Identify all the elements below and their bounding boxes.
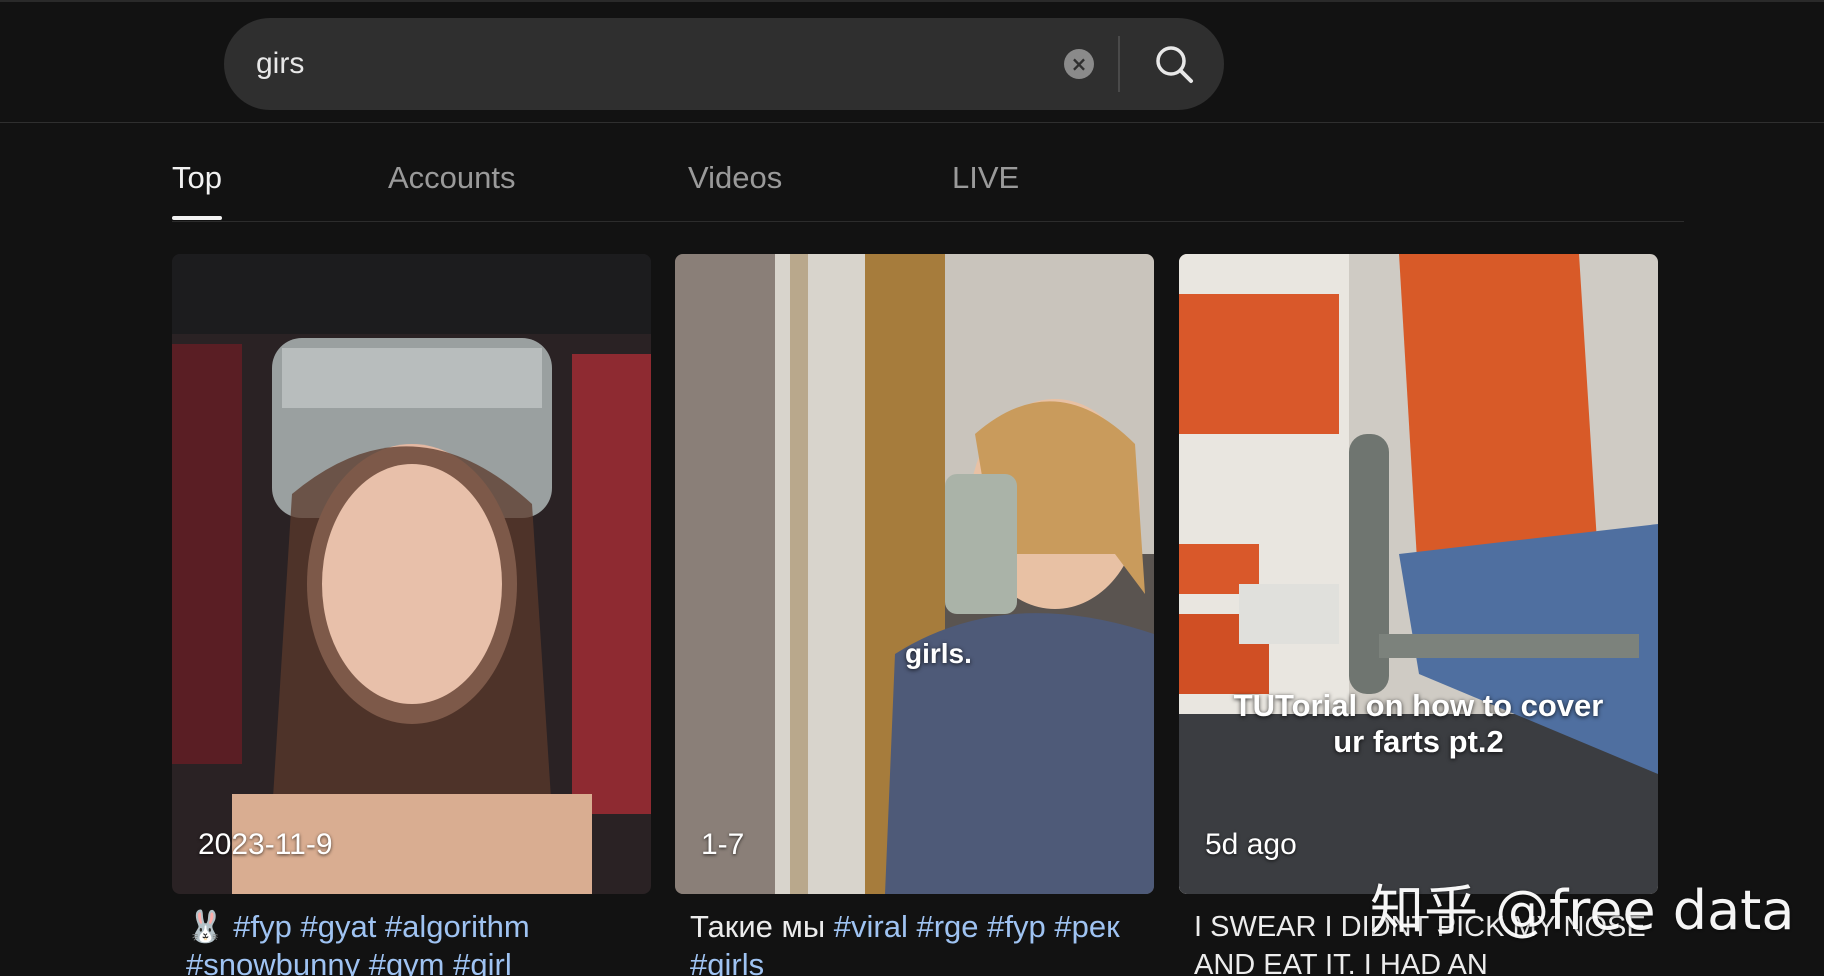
- tab-accounts[interactable]: Accounts: [388, 160, 516, 218]
- video-card[interactable]: girls. 1-7: [675, 254, 1154, 894]
- hashtag-link[interactable]: #fyp: [233, 909, 292, 944]
- video-card[interactable]: 2023-11-9: [172, 254, 651, 894]
- top-bar: ×: [0, 0, 1824, 123]
- video-thumbnail: [172, 254, 651, 894]
- caption-text: Такие мы: [690, 909, 826, 944]
- hashtag-link[interactable]: #girl: [453, 947, 512, 976]
- hashtag-link[interactable]: #fyp: [987, 909, 1046, 944]
- hashtag-link[interactable]: #gyat: [300, 909, 376, 944]
- search-divider: [1118, 36, 1120, 92]
- tab-top[interactable]: Top: [172, 160, 222, 220]
- hashtag-link[interactable]: #rge: [916, 909, 978, 944]
- hashtag-link[interactable]: #snowbunny: [186, 947, 360, 976]
- clear-search-button[interactable]: ×: [1064, 49, 1094, 79]
- video-date: 5d ago: [1205, 828, 1297, 861]
- video-card[interactable]: TUTorial on how to cover ur farts pt.2 5…: [1179, 254, 1658, 894]
- search-input[interactable]: [256, 38, 1076, 90]
- hashtag-link[interactable]: #viral: [834, 909, 908, 944]
- search-bar: ×: [224, 18, 1224, 110]
- hashtag-link[interactable]: #girls: [690, 947, 764, 976]
- hashtag-link[interactable]: #рек: [1054, 909, 1119, 944]
- watermark: 知乎 @free data: [1370, 879, 1795, 942]
- search-icon: [1156, 46, 1193, 83]
- video-overlay-text: girls.: [905, 638, 972, 669]
- video-thumbnail: [675, 254, 1154, 894]
- video-overlay-text: TUTorial on how to cover ur farts pt.2: [1189, 688, 1648, 760]
- overlay-line: ur farts pt.2: [1333, 724, 1504, 759]
- video-caption: Такие мы #viral #rge #fyp #рек #girls: [690, 908, 1169, 976]
- clear-icon: ×: [1070, 52, 1088, 76]
- video-date: 1-7: [701, 828, 745, 861]
- video-date: 2023-11-9: [198, 828, 333, 861]
- tab-videos[interactable]: Videos: [688, 160, 782, 218]
- video-caption: 🐰 #fyp #gyat #algorithm #snowbunny #gym …: [186, 908, 665, 976]
- hashtag-link[interactable]: #gym: [369, 947, 445, 976]
- overlay-line: TUTorial on how to cover: [1233, 688, 1604, 723]
- search-tabs: Top Accounts Videos LIVE: [172, 140, 1684, 222]
- search-button[interactable]: [1144, 36, 1204, 92]
- hashtag-link[interactable]: #algorithm: [385, 909, 530, 944]
- video-thumbnail: [1179, 254, 1658, 894]
- caption-emoji: 🐰: [186, 909, 225, 944]
- tab-live[interactable]: LIVE: [952, 160, 1019, 218]
